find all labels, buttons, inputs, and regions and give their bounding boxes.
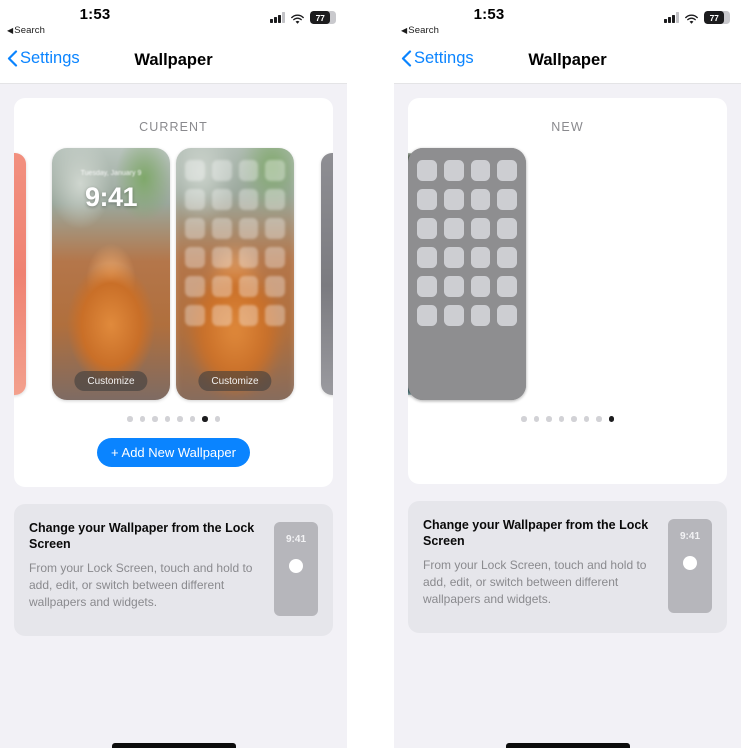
dual-screenshot-container: ◀Search 1:53 77 Settings Wallpaper CURRE… xyxy=(0,0,741,748)
info-card-phone-time: 9:41 xyxy=(285,533,306,545)
scroll-content: CURRENT Tuesday, January 9 9:41 Customiz… xyxy=(0,84,347,636)
info-card-title: Change your Wallpaper from the Lock Scre… xyxy=(423,517,649,549)
info-card-body: From your Lock Screen, touch and hold to… xyxy=(423,558,647,607)
home-indicator xyxy=(111,743,236,748)
left-triangle-icon: ◀ xyxy=(7,26,14,35)
cellular-signal-icon xyxy=(270,12,285,23)
new-home-screen-placeholder[interactable] xyxy=(408,148,526,400)
current-section-label: CURRENT xyxy=(139,120,208,134)
wallpaper-peek-left[interactable] xyxy=(14,153,26,395)
battery-percent-label: 77 xyxy=(315,12,325,23)
left-triangle-icon: ◀ xyxy=(401,26,408,35)
info-card: Change your Wallpaper from the Lock Scre… xyxy=(14,503,333,636)
page-title: Wallpaper xyxy=(528,51,607,69)
info-card-text: Change your Wallpaper from the Lock Scre… xyxy=(29,520,262,616)
status-bar-indicators: 77 xyxy=(270,11,336,24)
customize-home-screen-button[interactable]: Customize xyxy=(198,371,272,391)
status-bar-back-label: Search xyxy=(14,25,45,36)
scroll-content: NEW Change your Wallpaper from the Lock … xyxy=(394,84,741,633)
battery-percent-label: 77 xyxy=(709,12,719,23)
info-card: Change your Wallpaper from the Lock Scre… xyxy=(408,500,727,633)
info-card-touch-dot-icon xyxy=(683,555,697,570)
lock-screen-preview[interactable]: Tuesday, January 9 9:41 Customize xyxy=(52,148,170,400)
battery-icon: 77 xyxy=(310,11,336,24)
status-bar-back-to-search[interactable]: ◀Search xyxy=(401,25,439,36)
add-new-wallpaper-button[interactable]: + Add New Wallpaper xyxy=(97,437,250,467)
home-indicator xyxy=(505,743,630,748)
battery-icon: 77 xyxy=(704,11,730,24)
status-bar-time: 1:53 xyxy=(79,6,111,23)
phone-screen-new: ◀Search 1:53 77 Settings Wallpaper NEW C… xyxy=(394,0,741,748)
new-wallpaper-card: NEW xyxy=(408,98,727,484)
status-bar-back-label: Search xyxy=(408,25,439,36)
home-screen-preview[interactable]: Customize xyxy=(176,148,294,400)
new-section-label: NEW xyxy=(551,120,584,134)
add-wallpaper-row: + Add New Wallpaper xyxy=(14,422,333,487)
lock-screen-date: Tuesday, January 9 xyxy=(80,170,142,177)
wallpaper-carousel[interactable]: Tuesday, January 9 9:41 Customize Custom… xyxy=(14,148,333,412)
info-card-touch-dot-icon xyxy=(289,558,303,573)
info-card-phone-illustration: 9:41 xyxy=(274,521,318,616)
status-bar-indicators: 77 xyxy=(664,11,730,24)
info-card-text: Change your Wallpaper from the Lock Scre… xyxy=(423,517,656,613)
home-screen-app-grid xyxy=(185,160,285,326)
status-bar: ◀Search 1:53 77 xyxy=(0,0,347,40)
page-title: Wallpaper xyxy=(134,51,213,69)
home-screen-app-grid xyxy=(417,160,517,326)
status-bar-time: 1:53 xyxy=(473,6,505,23)
wifi-icon xyxy=(684,12,699,24)
phone-screen-current: ◀Search 1:53 77 Settings Wallpaper CURRE… xyxy=(0,0,347,748)
wifi-icon xyxy=(290,12,305,24)
wallpaper-carousel[interactable] xyxy=(408,148,727,412)
current-wallpaper-card: CURRENT Tuesday, January 9 9:41 Customiz… xyxy=(14,98,333,487)
customize-lock-screen-button[interactable]: Customize xyxy=(74,371,148,391)
navigation-bar: Settings Wallpaper xyxy=(0,40,347,84)
info-card-title: Change your Wallpaper from the Lock Scre… xyxy=(29,520,255,552)
status-bar: ◀Search 1:53 77 xyxy=(394,0,741,40)
wallpaper-peek-right[interactable] xyxy=(321,153,333,395)
info-card-body: From your Lock Screen, touch and hold to… xyxy=(29,561,253,610)
navigation-bar: Settings Wallpaper xyxy=(394,40,741,84)
lock-screen-time: 9:41 xyxy=(84,182,138,212)
info-card-phone-time: 9:41 xyxy=(679,530,700,542)
info-card-phone-illustration: 9:41 xyxy=(668,518,712,613)
status-bar-back-to-search[interactable]: ◀Search xyxy=(7,25,45,36)
cellular-signal-icon xyxy=(664,12,679,23)
